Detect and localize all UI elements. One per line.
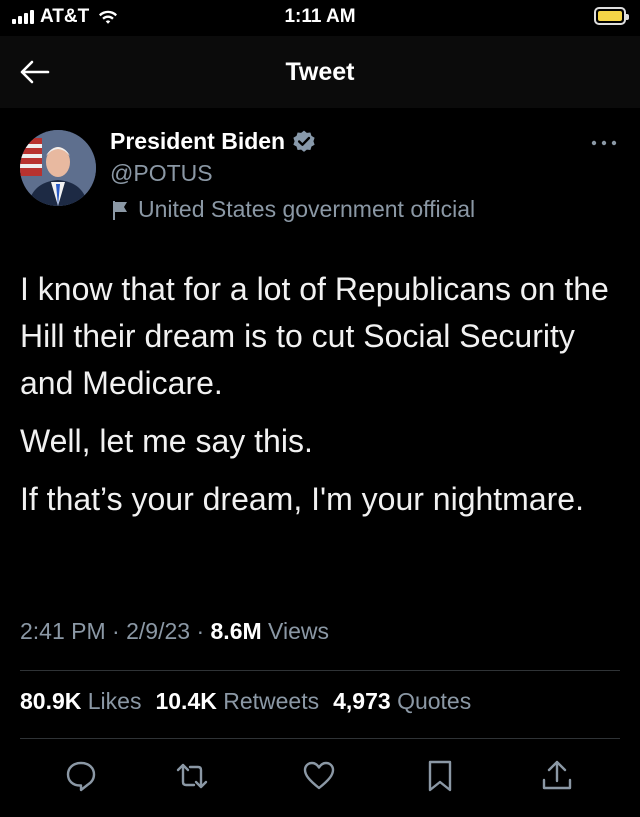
battery-icon [594, 7, 629, 25]
tweet-paragraph: I know that for a lot of Republicans on … [20, 271, 609, 401]
retweet-icon[interactable] [174, 758, 210, 794]
flag-icon [113, 200, 127, 220]
author-name-text[interactable]: President Biden [110, 128, 285, 155]
tweet-stats: 80.9K Likes 10.4K Retweets 4,973 Quotes [20, 688, 471, 715]
nav-bar: Tweet [0, 36, 640, 108]
retweets-stat[interactable]: 10.4K Retweets [155, 688, 319, 715]
action-bar [0, 752, 640, 802]
verified-badge-icon [293, 130, 315, 152]
likes-label: Likes [87, 688, 142, 714]
government-label-text: United States government official [138, 196, 476, 222]
divider [20, 738, 620, 739]
tweet-date[interactable]: 2/9/23 [126, 618, 190, 644]
battery-fill [598, 11, 622, 21]
retweets-label: Retweets [223, 688, 320, 714]
tweet-paragraph: Well, let me say this. [20, 423, 313, 459]
retweets-count: 10.4K [155, 688, 217, 714]
tweet-text: I know that for a lot of Republicans on … [20, 266, 630, 534]
like-icon[interactable] [301, 758, 337, 794]
status-bar: AT&T 1:11 AM [0, 0, 640, 36]
views-label: Views [268, 618, 329, 644]
bookmark-icon[interactable] [422, 758, 458, 794]
battery-nub [626, 14, 629, 20]
tweet-meta: 2:41 PM · 2/9/23 · 8.6M Views [20, 618, 329, 644]
more-options-icon[interactable] [588, 135, 620, 151]
divider [20, 670, 620, 671]
quotes-stat[interactable]: 4,973 Quotes [333, 688, 471, 715]
tweet-time[interactable]: 2:41 PM [20, 618, 106, 644]
share-icon[interactable] [539, 758, 575, 794]
status-time: 1:11 AM [284, 6, 356, 27]
avatar[interactable] [20, 130, 96, 206]
likes-stat[interactable]: 80.9K Likes [20, 688, 141, 715]
government-label[interactable]: United States government official [112, 196, 475, 223]
author-name[interactable]: President Biden [110, 128, 317, 155]
views-count: 8.6M [210, 618, 262, 644]
avatar-image [20, 130, 96, 206]
page-title: Tweet [285, 58, 355, 86]
reply-icon[interactable] [63, 758, 99, 794]
likes-count: 80.9K [20, 688, 82, 714]
tweet-paragraph: If that’s your dream, I'm your nightmare… [20, 481, 584, 517]
author-handle[interactable]: @POTUS [110, 160, 213, 187]
quotes-count: 4,973 [333, 688, 391, 714]
quotes-label: Quotes [397, 688, 472, 714]
